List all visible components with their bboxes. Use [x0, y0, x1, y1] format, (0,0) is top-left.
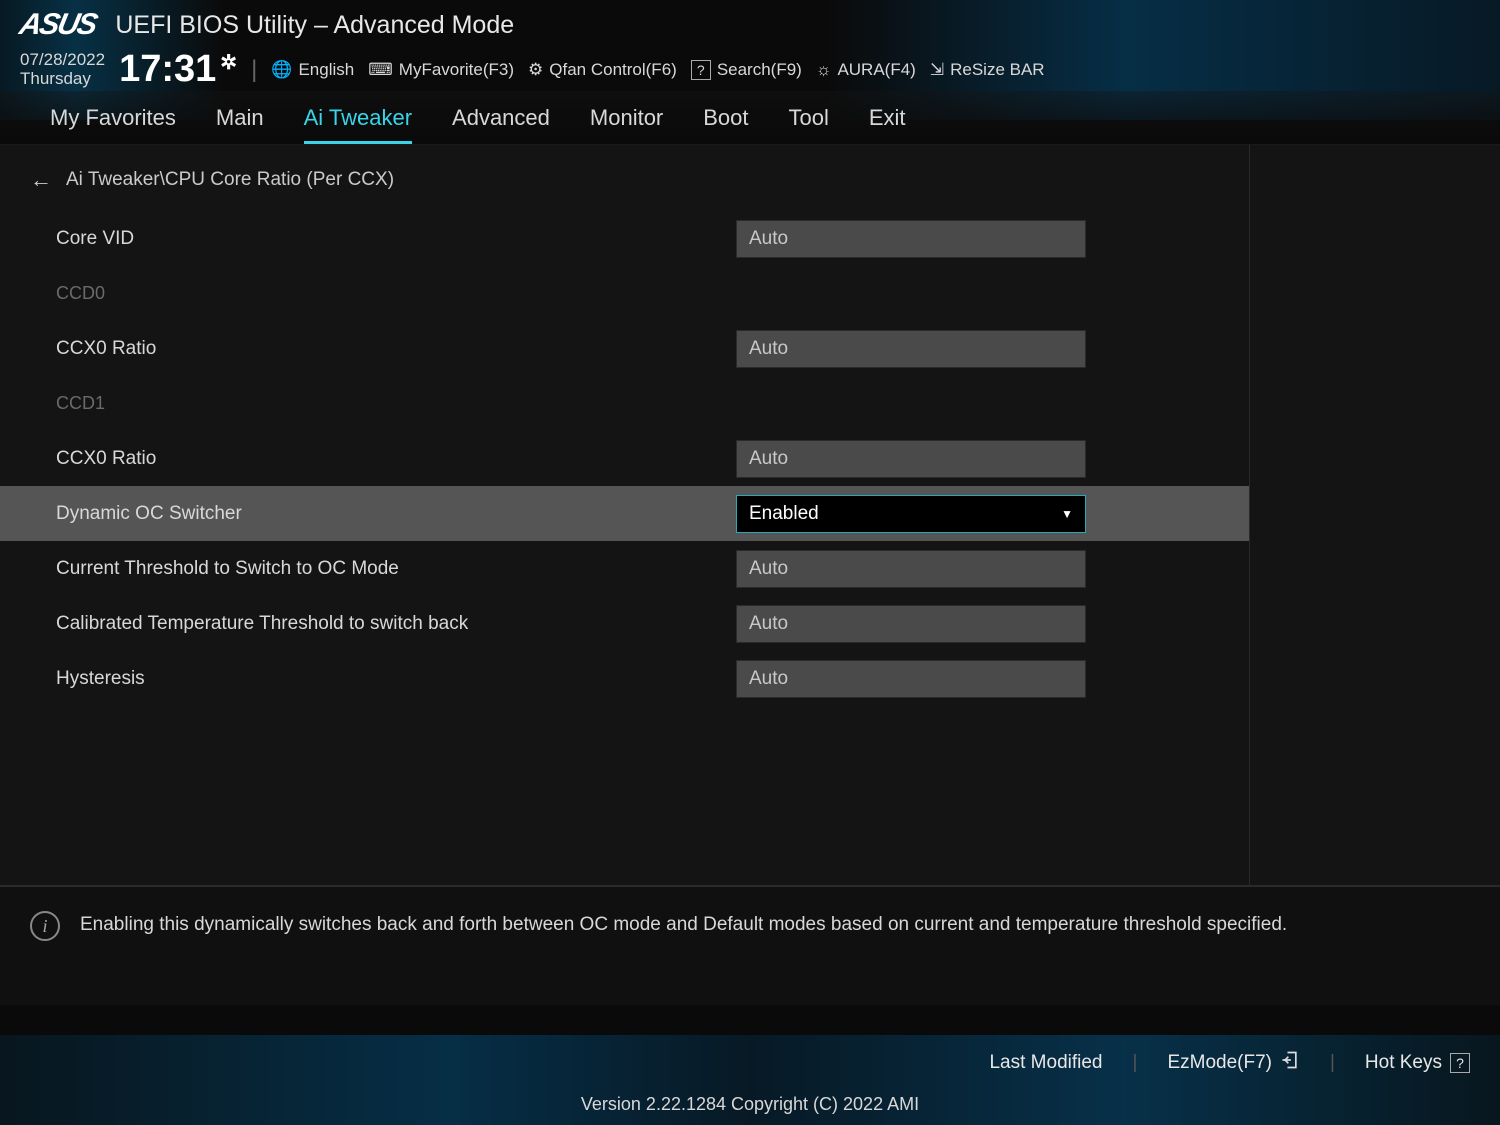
row-core-vid[interactable]: Core VID Auto	[0, 211, 1249, 266]
tab-main[interactable]: Main	[216, 105, 264, 144]
tab-advanced[interactable]: Advanced	[452, 105, 550, 144]
value-hysteresis[interactable]: Auto	[736, 660, 1086, 698]
value-temp-threshold[interactable]: Auto	[736, 605, 1086, 643]
tab-boot[interactable]: Boot	[703, 105, 748, 144]
myfavorite-button[interactable]: ⌨ MyFavorite(F3)	[368, 60, 514, 80]
tab-monitor[interactable]: Monitor	[590, 105, 663, 144]
label-ccx0-ratio-b: CCX0 Ratio	[56, 448, 736, 470]
label-temp-threshold: Calibrated Temperature Threshold to swit…	[56, 613, 736, 635]
day-text: Thursday	[20, 70, 105, 89]
tab-bar: My Favorites Main Ai Tweaker Advanced Mo…	[0, 91, 1500, 145]
asus-logo: ASUS	[16, 8, 99, 42]
search-button[interactable]: ? Search(F9)	[691, 60, 802, 80]
section-ccd0: CCD0	[56, 283, 736, 304]
row-ccx0-ratio-b[interactable]: CCX0 Ratio Auto	[0, 431, 1249, 486]
label-ccx0-ratio-a: CCX0 Ratio	[56, 338, 736, 360]
sun-icon: ☼	[816, 60, 832, 80]
tab-favorites[interactable]: My Favorites	[50, 105, 176, 144]
label-current-threshold: Current Threshold to Switch to OC Mode	[56, 558, 736, 580]
qfan-button[interactable]: ⚙ Qfan Control(F6)	[528, 60, 677, 80]
globe-icon: 🌐	[271, 60, 292, 80]
label-hysteresis: Hysteresis	[56, 668, 736, 690]
row-ccx0-ratio-a[interactable]: CCX0 Ratio Auto	[0, 321, 1249, 376]
help-text: Enabling this dynamically switches back …	[80, 911, 1287, 940]
row-hysteresis[interactable]: Hysteresis Auto	[0, 651, 1249, 706]
value-ccx0-ratio-a[interactable]: Auto	[736, 330, 1086, 368]
page-title: UEFI BIOS Utility – Advanced Mode	[115, 11, 514, 40]
date-text: 07/28/2022	[20, 51, 105, 70]
keyboard-icon: ⌨	[368, 60, 393, 80]
section-ccd1: CCD1	[56, 393, 736, 414]
resizebar-button[interactable]: ⇲ ReSize BAR	[930, 60, 1045, 80]
info-icon: i	[30, 911, 60, 941]
chevron-down-icon: ▼	[1061, 507, 1073, 521]
row-ccd0: CCD0	[0, 266, 1249, 321]
breadcrumb: Ai Tweaker\CPU Core Ratio (Per CCX)	[66, 169, 394, 191]
value-dynamic-oc[interactable]: Enabled ▼	[736, 495, 1086, 533]
right-panel	[1250, 145, 1500, 885]
hotkeys-button[interactable]: Hot Keys ?	[1365, 1052, 1470, 1074]
fan-icon: ⚙	[528, 60, 543, 80]
back-arrow-icon[interactable]: ←	[30, 167, 52, 193]
language-selector[interactable]: 🌐 English	[271, 60, 354, 80]
copyright-text: Version 2.22.1284 Copyright (C) 2022 AMI	[30, 1094, 1470, 1115]
label-core-vid: Core VID	[56, 228, 736, 250]
resize-icon: ⇲	[930, 60, 944, 80]
value-current-threshold[interactable]: Auto	[736, 550, 1086, 588]
time-display[interactable]: 17:31✲	[119, 48, 237, 91]
tab-ai-tweaker[interactable]: Ai Tweaker	[304, 105, 412, 144]
row-dynamic-oc[interactable]: Dynamic OC Switcher Enabled ▼	[0, 486, 1249, 541]
value-core-vid[interactable]: Auto	[736, 220, 1086, 258]
label-dynamic-oc: Dynamic OC Switcher	[56, 503, 736, 525]
exit-icon	[1280, 1050, 1300, 1076]
last-modified-button[interactable]: Last Modified	[989, 1052, 1102, 1074]
ezmode-button[interactable]: EzMode(F7)	[1167, 1050, 1300, 1076]
tab-exit[interactable]: Exit	[869, 105, 906, 144]
question-icon: ?	[1450, 1053, 1470, 1073]
help-panel: i Enabling this dynamically switches bac…	[0, 885, 1500, 1005]
row-current-threshold[interactable]: Current Threshold to Switch to OC Mode A…	[0, 541, 1249, 596]
tab-tool[interactable]: Tool	[789, 105, 829, 144]
gear-icon[interactable]: ✲	[220, 50, 237, 75]
date-block: 07/28/2022 Thursday	[20, 51, 105, 88]
question-icon: ?	[691, 60, 711, 80]
aura-button[interactable]: ☼ AURA(F4)	[816, 60, 916, 80]
row-ccd1: CCD1	[0, 376, 1249, 431]
settings-list: Core VID Auto CCD0 CCX0 Ratio Auto CCD1 …	[0, 211, 1249, 706]
value-ccx0-ratio-b[interactable]: Auto	[736, 440, 1086, 478]
row-temp-threshold[interactable]: Calibrated Temperature Threshold to swit…	[0, 596, 1249, 651]
